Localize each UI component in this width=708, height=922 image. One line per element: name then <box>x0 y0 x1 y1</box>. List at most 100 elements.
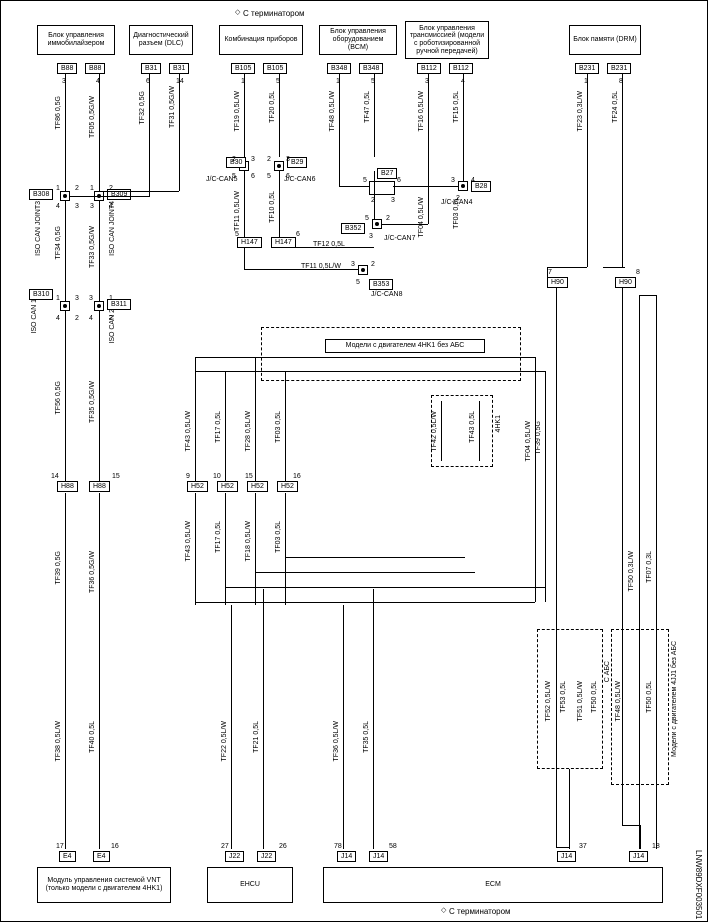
asterisk: ◇ <box>235 9 240 16</box>
wl-tf23: TF23 0,3L/W <box>577 91 584 131</box>
pin58-j14: 58 <box>389 843 397 850</box>
wl-tf50b: TF50 0,5L <box>591 681 598 713</box>
pin3-c6: 3 <box>286 156 290 163</box>
wl-tf51: TF51 0,5L/W <box>577 681 584 721</box>
wl-tf17: TF17 0,5L <box>215 411 222 443</box>
conn-h52d: H52 <box>277 481 298 492</box>
wire <box>622 73 623 267</box>
wl-tf15: TF15 0,5L <box>453 91 460 123</box>
wire <box>547 267 587 268</box>
wl-tf34: TF34 0,5G <box>55 226 62 259</box>
wire <box>279 247 374 248</box>
conn-j14d: J14 <box>629 851 648 862</box>
wire <box>195 371 545 372</box>
block-vnt: Модуль управления системой VNT (только м… <box>37 867 171 903</box>
pin14h88: 14 <box>51 473 59 480</box>
pin3-ic2: 3 <box>89 295 93 302</box>
conn-b88a: B88 <box>57 63 77 74</box>
wire <box>255 493 256 605</box>
conn-b30: B30 <box>226 157 246 168</box>
wl-tf31: TF31 0,5G/W <box>169 86 176 128</box>
dot <box>461 184 465 188</box>
wire <box>587 73 588 267</box>
wl-tf39: TF39 0,5G <box>535 421 542 454</box>
lbl-isocan1: ISO CAN 1 <box>31 299 38 334</box>
dot <box>63 194 67 198</box>
wl-tf47: TF47 0,5L <box>364 91 371 123</box>
pin16-e4: 16 <box>111 843 119 850</box>
wire <box>255 357 256 481</box>
wire <box>547 267 548 277</box>
wire <box>65 201 66 301</box>
wl-tf53: TF53 0,5L <box>560 681 567 713</box>
wl-tf36b: TF36 0,5L/W <box>333 721 340 761</box>
wire <box>179 73 180 137</box>
wire <box>382 224 428 225</box>
wire <box>373 589 374 849</box>
wl-tf52: TF52 0,5L/W <box>545 681 552 721</box>
lbl-joint3: ISO CAN JOINT3 <box>35 201 42 256</box>
wl-tf39g: TF39 0,5G <box>55 551 62 584</box>
pin6-b27: 6 <box>397 177 401 184</box>
dashed-4hk1-abs <box>261 327 521 381</box>
note-4hk1-abs: Модели с двигателем 4HK1 без АБС <box>325 339 485 353</box>
wire <box>99 73 100 191</box>
wl-tf40: TF40 0,5L <box>89 721 96 753</box>
top-terminator-left: С терминатором <box>243 9 305 18</box>
pin4-ic2: 4 <box>89 315 93 322</box>
wl-tf35: TF35 0,5G/W <box>89 381 96 423</box>
wl-tf50a: TF50 0,3L/W <box>628 551 635 591</box>
conn-b88b: B88 <box>85 63 105 74</box>
pin3-ic1: 3 <box>75 295 79 302</box>
conn-h88a: H88 <box>57 481 78 492</box>
wire <box>231 605 232 849</box>
block-trans: Блок управления трансмиссией (модели с р… <box>405 21 489 59</box>
wire <box>255 572 475 573</box>
wire <box>279 171 280 237</box>
wire <box>244 269 358 270</box>
wl-tf38: TF38 0,5L/W <box>55 721 62 761</box>
pin2-ic2: 2 <box>109 315 113 322</box>
pin1-ic2: 1 <box>109 295 113 302</box>
conn-b27: B27 <box>377 168 397 179</box>
lbl-can7: J/C-CAN7 <box>384 235 416 242</box>
wire <box>99 311 100 481</box>
pin3-c4: 3 <box>451 177 455 184</box>
wire <box>285 557 465 558</box>
pin3-b27: 3 <box>391 197 395 204</box>
wiring-diagram: С терминатором ◇ Блок управления иммобил… <box>0 0 708 922</box>
conn-j14c: J14 <box>557 851 576 862</box>
wl-tf22: TF22 0,5L/W <box>221 721 228 761</box>
conn-h90b: H90 <box>615 277 636 288</box>
jc-box-b27 <box>369 181 395 195</box>
wire <box>195 602 535 603</box>
wl-tf48b: TF48 0,5L/W <box>615 681 622 721</box>
wire <box>99 493 100 849</box>
pin6-c5: 6 <box>251 173 255 180</box>
wire <box>479 401 480 461</box>
wire <box>285 371 286 481</box>
wire <box>244 248 245 269</box>
wire <box>279 73 280 157</box>
wl-tf56: TF56 0,5G <box>55 381 62 414</box>
pin2-c5: 2 <box>232 156 236 163</box>
pin4-ic1: 4 <box>56 315 60 322</box>
wl-tf43l: TF43 0,5L <box>469 411 476 443</box>
pin5-b353: 5 <box>356 279 360 286</box>
wl-tf32: TF32 0,5G <box>139 91 146 124</box>
conn-h52b: H52 <box>217 481 238 492</box>
wl-tf50c: TF50 0,5L <box>646 681 653 713</box>
wire <box>225 371 226 481</box>
wire <box>339 186 369 187</box>
wire <box>463 73 464 185</box>
wire <box>149 137 150 197</box>
wl-tf03: TF03 0,5L <box>453 197 460 229</box>
wl-tf33: TF33 0,5G/W <box>89 226 96 268</box>
wl-tf21: TF21 0,5L <box>253 721 260 753</box>
dot <box>361 268 365 272</box>
wl-tf48: TF48 0,5L/W <box>329 91 336 131</box>
pin18-j14d: 18 <box>652 843 660 850</box>
pin2-b353: 2 <box>371 261 375 268</box>
pin5-h147: 5 <box>235 231 239 238</box>
pin6-h147: 6 <box>296 231 300 238</box>
